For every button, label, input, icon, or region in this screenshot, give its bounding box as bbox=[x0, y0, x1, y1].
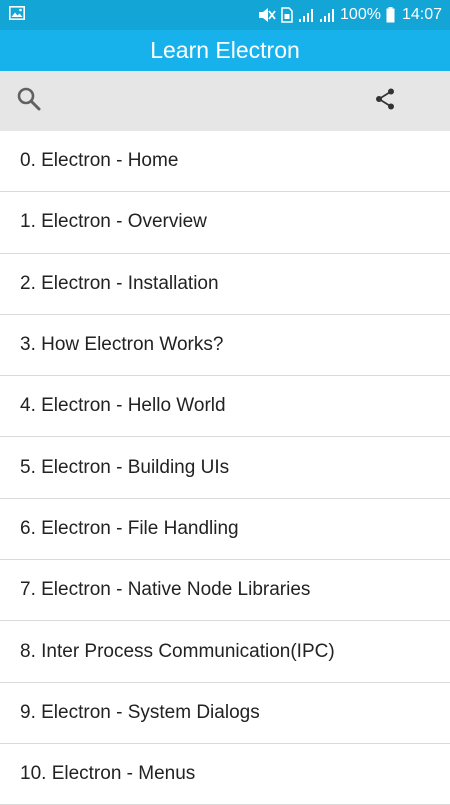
chapter-title: 3. How Electron Works? bbox=[20, 334, 224, 356]
search-button[interactable] bbox=[14, 86, 44, 116]
chapter-title: 8. Inter Process Communication(IPC) bbox=[20, 640, 335, 662]
chapter-title: 5. Electron - Building UIs bbox=[20, 456, 230, 478]
battery-icon bbox=[386, 7, 395, 23]
sim-icon bbox=[281, 7, 293, 23]
chapter-title: 2. Electron - Installation bbox=[20, 272, 219, 294]
status-right: 100% 14:07 bbox=[258, 6, 442, 24]
clock: 14:07 bbox=[401, 6, 442, 23]
chapter-title: 1. Electron - Overview bbox=[20, 211, 207, 233]
list-item[interactable]: 8. Inter Process Communication(IPC) bbox=[0, 621, 450, 683]
battery-level: 100% bbox=[340, 6, 381, 23]
signal-icon bbox=[298, 8, 314, 23]
search-icon bbox=[16, 86, 42, 117]
chapter-title: 4. Electron - Hello World bbox=[20, 395, 226, 417]
list-item[interactable]: 0. Electron - Home bbox=[0, 131, 450, 193]
mute-icon bbox=[258, 7, 276, 23]
list-item[interactable]: 3. How Electron Works? bbox=[0, 314, 450, 377]
share-button[interactable] bbox=[370, 86, 400, 116]
chapter-title: 6. Electron - File Handling bbox=[20, 517, 239, 539]
signal-icon bbox=[319, 8, 335, 23]
list-item[interactable]: 10. Electron - Menus bbox=[0, 743, 450, 805]
list-item[interactable]: 6. Electron - File Handling bbox=[0, 498, 450, 561]
list-item[interactable]: 5. Electron - Building UIs bbox=[0, 437, 450, 499]
chapter-title: 9. Electron - System Dialogs bbox=[20, 701, 260, 723]
share-icon bbox=[373, 87, 397, 116]
app-bar: Learn Electron bbox=[0, 30, 450, 71]
list-item[interactable]: 9. Electron - System Dialogs bbox=[0, 682, 450, 744]
chapter-title: 7. Electron - Native Node Libraries bbox=[20, 579, 311, 601]
app-title: Learn Electron bbox=[150, 37, 300, 63]
status-bar: 100% 14:07 bbox=[0, 0, 450, 30]
chapter-title: 10. Electron - Menus bbox=[20, 763, 196, 785]
toolbar bbox=[0, 71, 450, 131]
list-item[interactable]: 4. Electron - Hello World bbox=[0, 376, 450, 438]
chapter-title: 0. Electron - Home bbox=[20, 150, 179, 172]
chapter-list: 0. Electron - Home 1. Electron - Overvie… bbox=[0, 131, 450, 805]
list-item[interactable]: 7. Electron - Native Node Libraries bbox=[0, 560, 450, 622]
status-left bbox=[9, 5, 25, 25]
list-item[interactable]: 2. Electron - Installation bbox=[0, 253, 450, 315]
image-notification-icon bbox=[9, 5, 25, 25]
list-item[interactable]: 1. Electron - Overview bbox=[0, 192, 450, 254]
